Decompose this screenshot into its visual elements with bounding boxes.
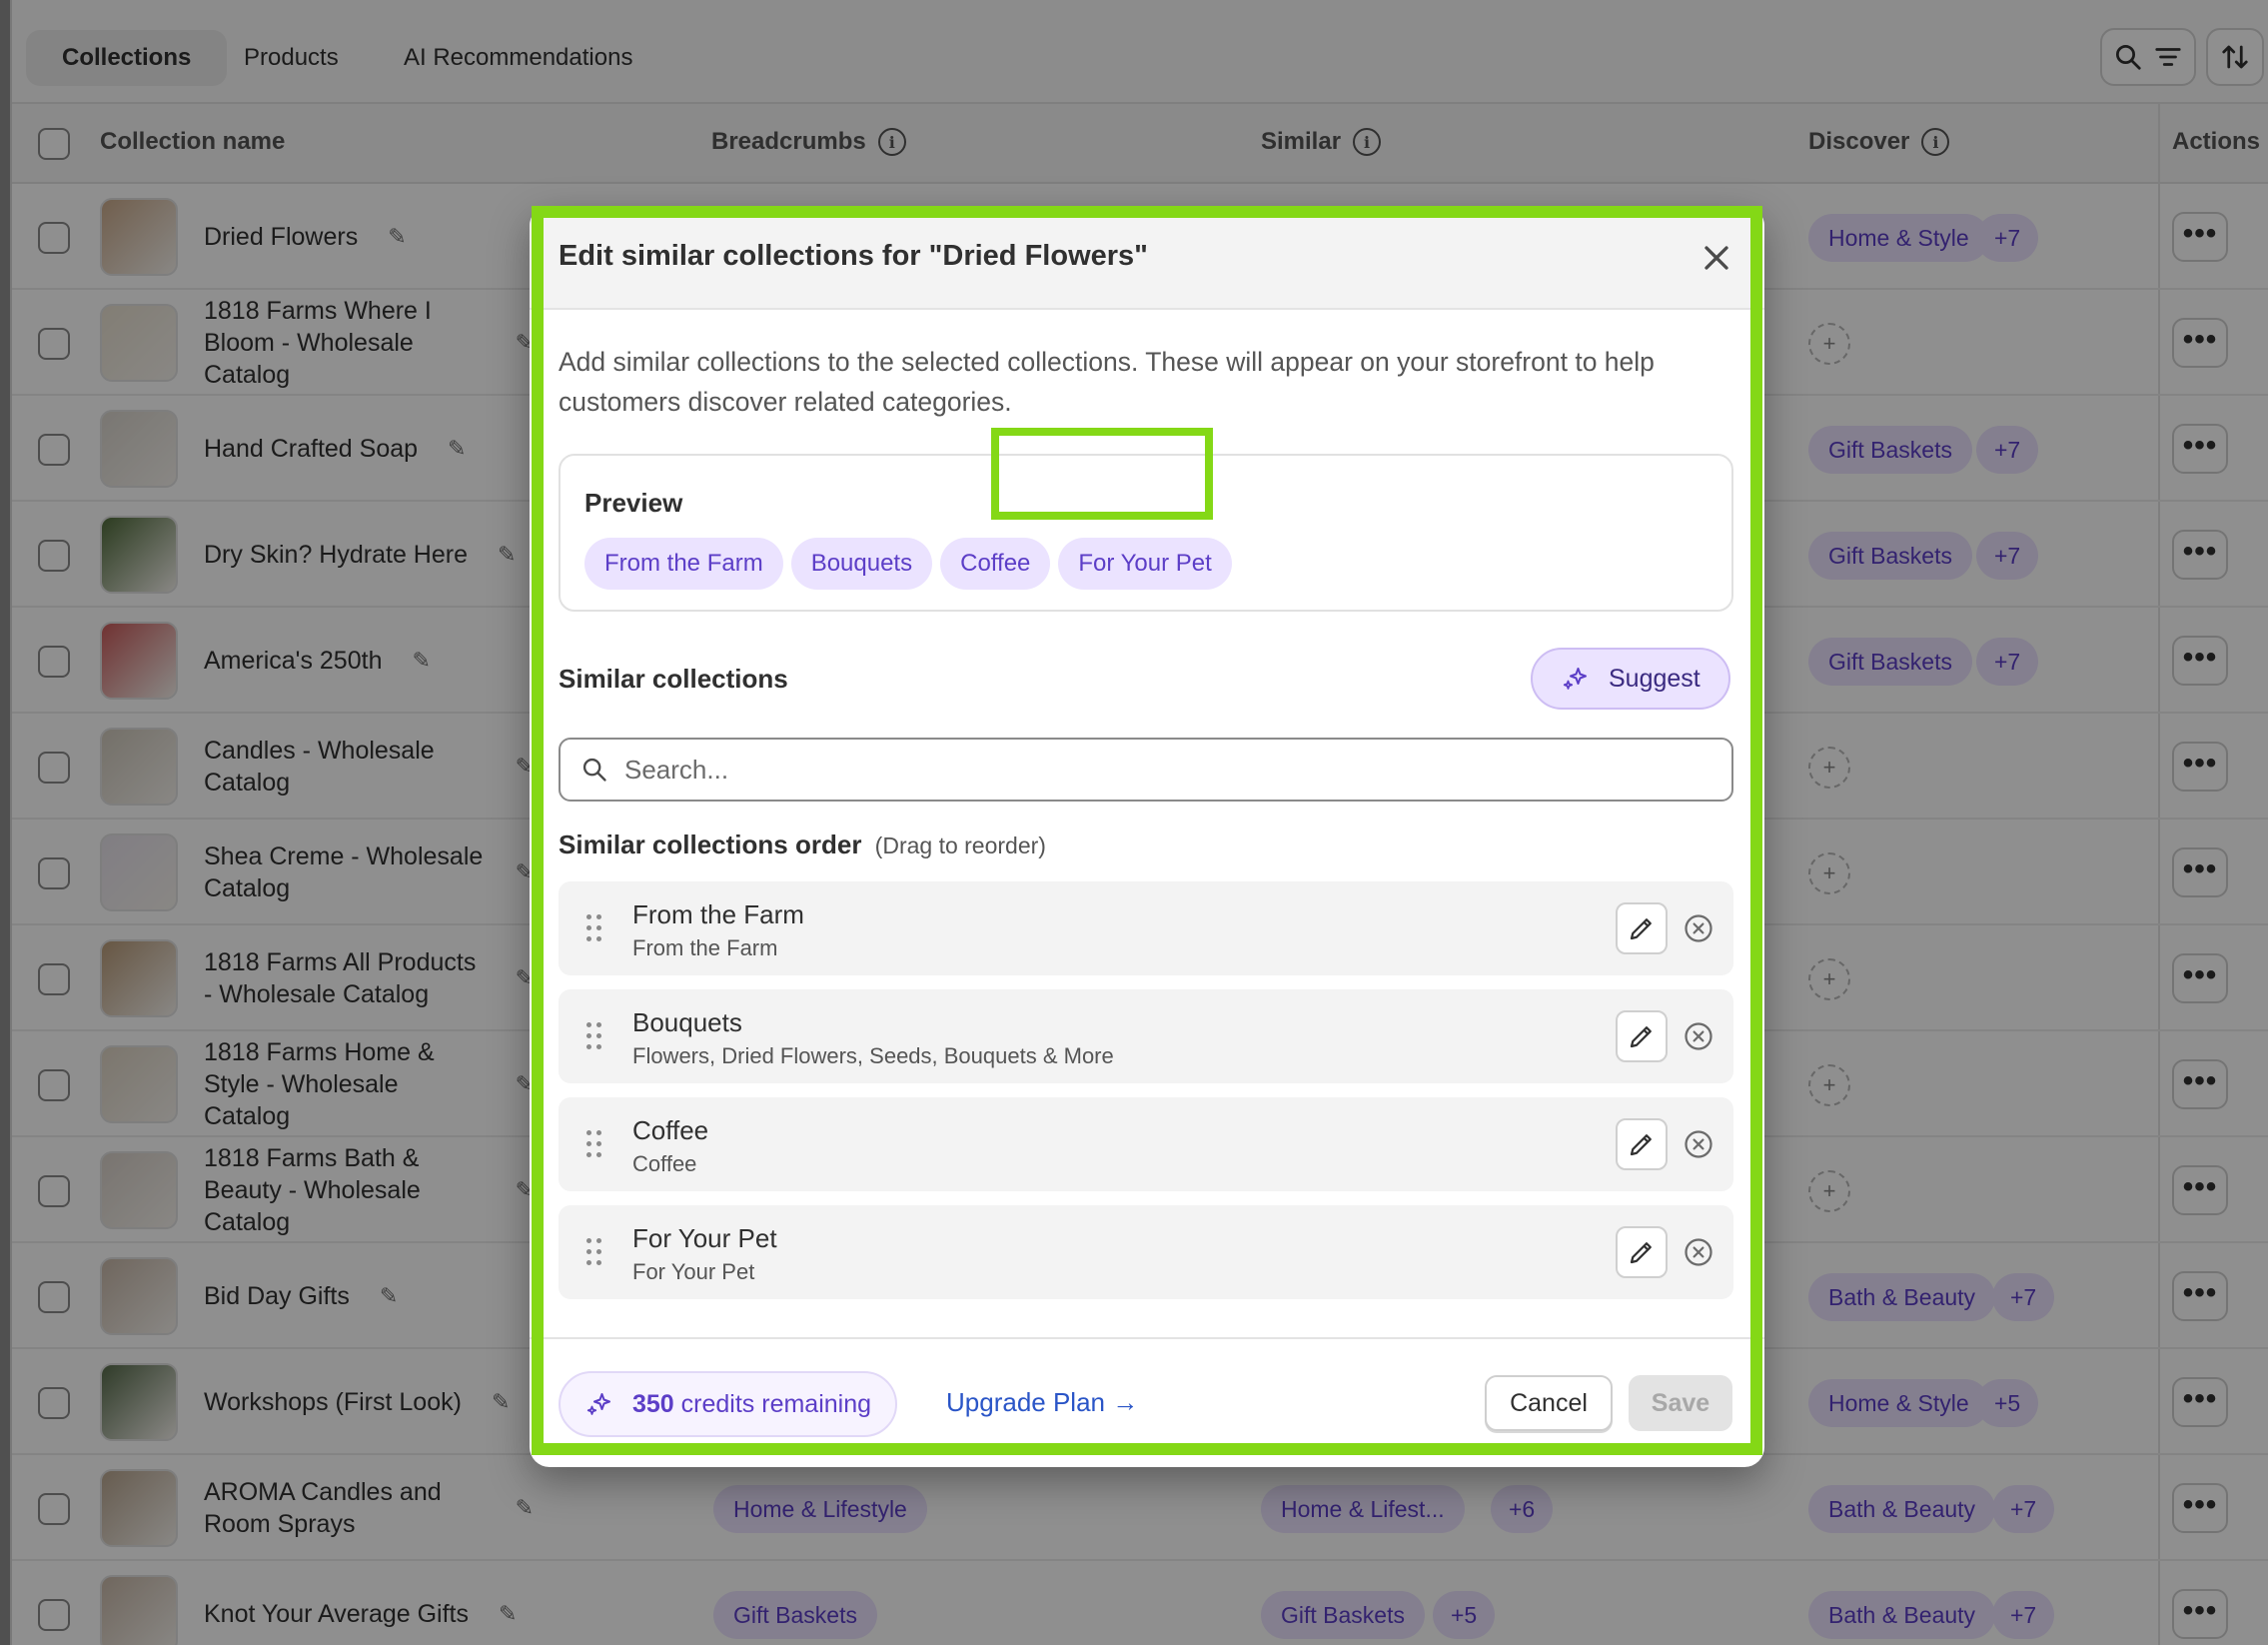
remove-icon[interactable] <box>1684 1021 1713 1051</box>
modal-title: Edit similar collections for "Dried Flow… <box>559 240 1148 272</box>
item-subtitle: For Your Pet <box>632 1259 755 1284</box>
drag-handle-icon[interactable] <box>586 914 602 942</box>
search-input[interactable] <box>624 754 1703 786</box>
credits-badge: 350 credits remaining <box>559 1371 898 1437</box>
edit-item-button[interactable] <box>1616 1226 1668 1278</box>
item-name: Coffee <box>632 1115 709 1145</box>
credits-label: credits remaining <box>680 1389 872 1418</box>
similar-collection-item[interactable]: For Your Pet For Your Pet <box>559 1205 1733 1299</box>
edit-icon <box>1630 1242 1652 1264</box>
edit-icon <box>1630 1026 1652 1048</box>
search-field[interactable] <box>559 738 1733 802</box>
drag-handle-icon[interactable] <box>586 1130 602 1158</box>
preview-chip: For Your Pet <box>1058 538 1232 590</box>
modal-description: Add similar collections to the selected … <box>559 347 1655 417</box>
preview-title: Preview <box>584 488 683 518</box>
similar-collection-item[interactable]: Coffee Coffee <box>559 1097 1733 1191</box>
edit-icon <box>1630 918 1652 940</box>
sparkle-icon <box>1563 668 1587 690</box>
item-name: For Your Pet <box>632 1223 777 1253</box>
preview-chip: From the Farm <box>584 538 783 590</box>
order-title: Similar collections order (Drag to reord… <box>559 829 1046 860</box>
cancel-button[interactable]: Cancel <box>1485 1375 1613 1431</box>
item-subtitle: Coffee <box>632 1151 697 1176</box>
edit-item-button[interactable] <box>1616 1010 1668 1062</box>
search-icon <box>582 758 606 782</box>
item-subtitle: Flowers, Dried Flowers, Seeds, Bouquets … <box>632 1043 1114 1068</box>
preview-panel: Preview From the Farm Bouquets Coffee Fo… <box>559 454 1733 612</box>
item-name: From the Farm <box>632 899 804 929</box>
edit-similar-modal: Edit similar collections for "Dried Flow… <box>530 206 1764 1467</box>
preview-chips: From the Farm Bouquets Coffee For Your P… <box>584 538 1232 590</box>
remove-icon[interactable] <box>1684 913 1713 943</box>
item-name: Bouquets <box>632 1007 742 1037</box>
save-button[interactable]: Save <box>1629 1375 1732 1431</box>
sparkle-icon <box>586 1393 610 1415</box>
order-title-text: Similar collections order <box>559 829 862 859</box>
order-hint: (Drag to reorder) <box>874 832 1046 858</box>
similar-collections-title: Similar collections <box>559 664 788 694</box>
footer-divider <box>530 1337 1764 1339</box>
suggest-label: Suggest <box>1609 664 1701 693</box>
credits-count: 350 <box>632 1389 674 1418</box>
drag-handle-icon[interactable] <box>586 1022 602 1050</box>
remove-icon[interactable] <box>1684 1129 1713 1159</box>
preview-chip: Coffee <box>940 538 1051 590</box>
upgrade-plan-link[interactable]: Upgrade Plan → <box>946 1387 1138 1418</box>
edit-item-button[interactable] <box>1616 1118 1668 1170</box>
similar-collection-item[interactable]: From the Farm From the Farm <box>559 881 1733 975</box>
edit-icon <box>1630 1134 1652 1156</box>
similar-collection-item[interactable]: Bouquets Flowers, Dried Flowers, Seeds, B… <box>559 989 1733 1083</box>
drag-handle-icon[interactable] <box>586 1238 602 1266</box>
preview-chip: Bouquets <box>790 538 933 590</box>
item-subtitle: From the Farm <box>632 935 778 960</box>
modal-header: Edit similar collections for "Dried Flow… <box>530 206 1764 310</box>
close-icon[interactable] <box>1697 238 1736 278</box>
remove-icon[interactable] <box>1684 1237 1713 1267</box>
edit-item-button[interactable] <box>1616 902 1668 954</box>
suggest-button[interactable]: Suggest <box>1531 648 1730 710</box>
